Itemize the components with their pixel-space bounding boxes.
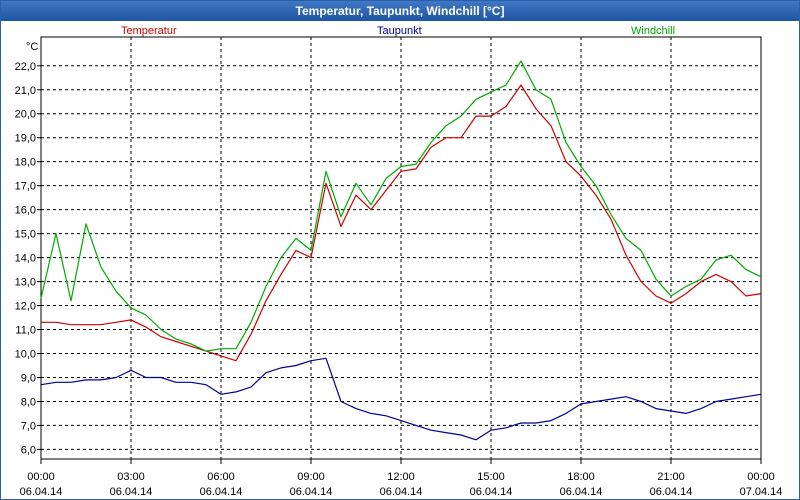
y-tick-label: 8,0 [21, 396, 36, 408]
y-tick-label: 13,0 [15, 277, 36, 289]
y-tick-label: 10,0 [15, 349, 36, 361]
y-tick-label: 20,0 [15, 109, 36, 121]
x-tick-date-label: 06.04.14 [200, 486, 243, 498]
y-tick-label: 14,0 [15, 253, 36, 265]
x-tick-time-label: 18:00 [567, 471, 595, 483]
x-tick-time-label: 00:00 [747, 471, 775, 483]
y-tick-label: 19,0 [15, 133, 36, 145]
y-tick-label: 6,0 [21, 444, 36, 456]
x-tick-date-label: 06.04.14 [110, 486, 153, 498]
y-tick-label: 16,0 [15, 205, 36, 217]
x-tick-time-label: 00:00 [27, 471, 55, 483]
x-tick-time-label: 09:00 [297, 471, 325, 483]
y-tick-label: 15,0 [15, 229, 36, 241]
x-tick-date-label: 06.04.14 [650, 486, 693, 498]
x-tick-date-label: 06.04.14 [560, 486, 603, 498]
x-tick-time-label: 12:00 [387, 471, 415, 483]
y-tick-label: 17,0 [15, 181, 36, 193]
x-tick-time-label: 15:00 [477, 471, 505, 483]
y-tick-label: 12,0 [15, 301, 36, 313]
y-tick-label: 22,0 [15, 61, 36, 73]
y-tick-label: 18,0 [15, 157, 36, 169]
x-tick-date-label: 06.04.14 [290, 486, 333, 498]
x-tick-date-label: 07.04.14 [740, 486, 783, 498]
y-tick-label: 21,0 [15, 85, 36, 97]
x-tick-time-label: 06:00 [207, 471, 235, 483]
x-tick-date-label: 06.04.14 [470, 486, 513, 498]
y-tick-label: 7,0 [21, 420, 36, 432]
line-chart: 6,0 7,0 8,0 9,0 10,0 11,0 12,0 13,0 14,0 15,0 16,0… [15, 36, 783, 498]
x-tick-date-label: 06.04.14 [20, 486, 63, 498]
y-tick-label: 11,0 [15, 325, 36, 337]
y-tick-label: 9,0 [21, 372, 36, 384]
x-tick-time-label: 03:00 [117, 471, 145, 483]
x-tick-time-label: 21:00 [657, 471, 685, 483]
chart-window: Temperatur, Taupunkt, Windchill [°C] Tem… [0, 0, 800, 500]
x-tick-date-label: 06.04.14 [380, 486, 423, 498]
